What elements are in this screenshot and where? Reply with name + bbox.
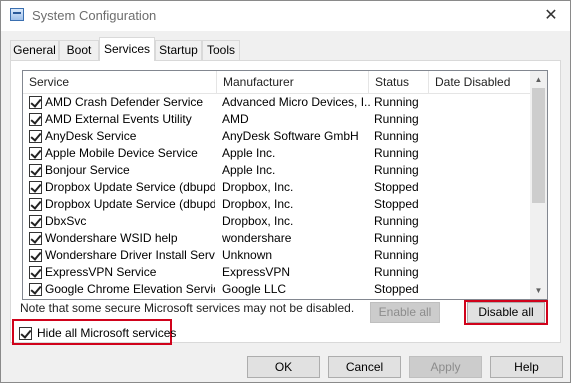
checkbox-checked[interactable]	[19, 327, 32, 340]
services-list: Service Manufacturer Status Date Disable…	[22, 70, 548, 300]
scroll-thumb[interactable]	[532, 88, 545, 203]
service-checkbox[interactable]	[29, 113, 42, 126]
service-manufacturer: Dropbox, Inc.	[222, 214, 294, 228]
service-name: AMD Crash Defender Service	[45, 95, 204, 109]
service-name: Dropbox Update Service (dbupd...	[45, 197, 215, 211]
service-checkbox[interactable]	[29, 232, 42, 245]
system-configuration-window: System Configuration ✕ General Boot Serv…	[0, 0, 571, 383]
enable-all-button[interactable]: Enable all	[370, 302, 440, 323]
scroll-down-icon[interactable]: ▼	[530, 282, 547, 299]
disable-all-button[interactable]: Disable all	[467, 302, 545, 323]
service-manufacturer: Apple Inc.	[222, 163, 276, 177]
service-name: ExpressVPN Service	[45, 265, 157, 279]
hide-ms-services-label[interactable]: Hide all Microsoft services	[37, 326, 176, 340]
service-status: Stopped	[374, 282, 419, 296]
service-status: Running	[374, 95, 419, 109]
window-title: System Configuration	[32, 8, 157, 23]
service-manufacturer: ExpressVPN	[222, 265, 291, 279]
service-checkbox[interactable]	[29, 249, 42, 262]
service-checkbox[interactable]	[29, 181, 42, 194]
service-status: Running	[374, 112, 419, 126]
service-status: Running	[374, 265, 419, 279]
service-checkbox[interactable]	[29, 283, 42, 296]
apply-button[interactable]: Apply	[409, 356, 482, 378]
column-status[interactable]: Status	[369, 71, 429, 93]
service-status: Running	[374, 248, 419, 262]
microsoft-services-note: Note that some secure Microsoft services…	[20, 301, 355, 315]
service-name: DbxSvc	[45, 214, 87, 228]
service-manufacturer: Google LLC	[222, 282, 287, 296]
service-status: Running	[374, 231, 419, 245]
service-name: AnyDesk Service	[45, 129, 137, 143]
cancel-button[interactable]: Cancel	[328, 356, 401, 378]
tab-boot[interactable]: Boot	[59, 40, 99, 60]
tab-services[interactable]: Services	[99, 37, 155, 61]
service-manufacturer: Unknown	[222, 248, 273, 262]
table-row[interactable]: AnyDesk Service AnyDesk Software GmbH Runn…	[23, 128, 531, 145]
service-manufacturer: Dropbox, Inc.	[222, 180, 294, 194]
table-row[interactable]: DbxSvc Dropbox, Inc. Running	[23, 213, 531, 230]
table-row[interactable]: Dropbox Update Service (dbupd... Dropbox,…	[23, 196, 531, 213]
service-checkbox[interactable]	[29, 164, 42, 177]
system-config-icon	[10, 8, 24, 21]
service-name: Google Chrome Elevation Service ...	[45, 282, 215, 296]
list-header: Service Manufacturer Status Date Disable…	[23, 71, 531, 94]
table-row[interactable]: AMD External Events Utility AMD Running	[23, 111, 531, 128]
service-manufacturer: Apple Inc.	[222, 146, 276, 160]
service-manufacturer: AMD	[222, 112, 249, 126]
service-status: Running	[374, 129, 419, 143]
service-checkbox[interactable]	[29, 215, 42, 228]
service-manufacturer: Dropbox, Inc.	[222, 197, 294, 211]
service-status: Running	[374, 163, 419, 177]
service-status: Running	[374, 146, 419, 160]
title-bar: System Configuration ✕	[1, 1, 570, 31]
table-row[interactable]: Google Chrome Elevation Service ... Googl…	[23, 281, 531, 298]
column-service[interactable]: Service	[23, 71, 217, 93]
service-name: Dropbox Update Service (dbupd...	[45, 180, 215, 194]
table-row[interactable]: Wondershare WSID help wondershare Running	[23, 230, 531, 247]
tab-startup[interactable]: Startup	[155, 40, 202, 60]
service-name: Bonjour Service	[45, 163, 130, 177]
service-status: Stopped	[374, 180, 419, 194]
service-name: Wondershare WSID help	[45, 231, 178, 245]
service-status: Running	[374, 214, 419, 228]
service-rows: AMD Crash Defender Service Advanced Micro…	[23, 94, 531, 298]
tab-tools[interactable]: Tools	[202, 40, 240, 60]
column-manufacturer[interactable]: Manufacturer	[217, 71, 369, 93]
table-row[interactable]: Bonjour Service Apple Inc. Running	[23, 162, 531, 179]
tab-general[interactable]: General	[10, 40, 59, 60]
service-manufacturer: AnyDesk Software GmbH	[222, 129, 359, 143]
table-row[interactable]: Wondershare Driver Install Servi... Unkno…	[23, 247, 531, 264]
column-date-disabled[interactable]: Date Disabled	[429, 71, 531, 93]
ok-button[interactable]: OK	[247, 356, 320, 378]
service-name: AMD External Events Utility	[45, 112, 192, 126]
table-row[interactable]: Apple Mobile Device Service Apple Inc. Run…	[23, 145, 531, 162]
service-manufacturer: wondershare	[222, 231, 292, 245]
table-row[interactable]: AMD Crash Defender Service Advanced Micro…	[23, 94, 531, 111]
service-manufacturer: Advanced Micro Devices, I...	[222, 95, 370, 109]
service-name: Apple Mobile Device Service	[45, 146, 198, 160]
service-name: Wondershare Driver Install Servi...	[45, 248, 215, 262]
service-checkbox[interactable]	[29, 96, 42, 109]
scroll-up-icon[interactable]: ▲	[530, 71, 547, 88]
service-status: Stopped	[374, 197, 419, 211]
close-icon[interactable]: ✕	[540, 5, 562, 27]
services-panel: Service Manufacturer Status Date Disable…	[10, 60, 561, 345]
table-row[interactable]: ExpressVPN Service ExpressVPN Running	[23, 264, 531, 281]
service-checkbox[interactable]	[29, 147, 42, 160]
table-row[interactable]: Dropbox Update Service (dbupd... Dropbox,…	[23, 179, 531, 196]
help-button[interactable]: Help	[490, 356, 563, 378]
vertical-scrollbar[interactable]: ▲ ▼	[530, 71, 547, 299]
service-checkbox[interactable]	[29, 198, 42, 211]
service-checkbox[interactable]	[29, 130, 42, 143]
service-checkbox[interactable]	[29, 266, 42, 279]
